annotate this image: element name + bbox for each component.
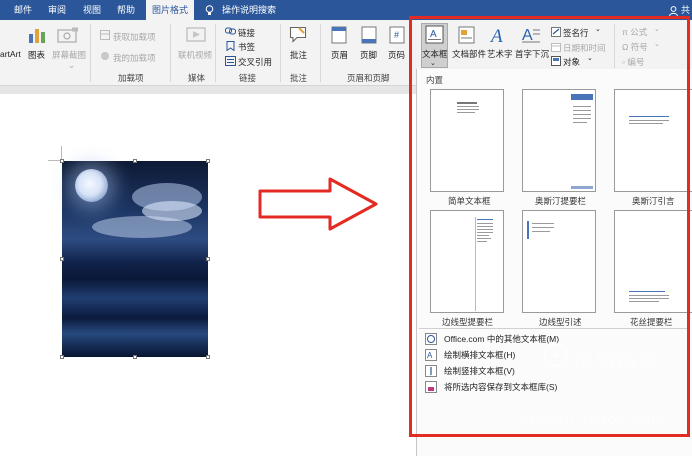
resize-handle[interactable] [133,159,137,163]
new-comment-button[interactable]: 批注 [290,49,307,61]
screenshot-icon [57,27,78,43]
lightbulb-icon [205,5,214,15]
resize-handle[interactable] [60,257,64,261]
sogou-logo-icon [543,342,569,368]
page-number-button[interactable]: 页码 [388,49,405,61]
red-highlight-annotation [409,16,690,437]
resize-handle[interactable] [133,355,137,359]
link-icon [225,27,236,35]
tab-picture-format[interactable]: 图片格式 [146,0,195,20]
resize-handle[interactable] [206,355,210,359]
selected-moon-photo[interactable] [60,159,210,359]
user-icon [669,5,679,16]
store-icon [100,30,110,40]
footer-icon [361,26,377,44]
smartart-button[interactable]: artArt [0,49,21,59]
resize-handle[interactable] [206,257,210,261]
comment-group-label: 批注 [290,73,308,83]
tab-mailings[interactable]: 邮件 [8,0,38,20]
resize-handle[interactable] [60,159,64,163]
cross-reference-icon [225,56,236,66]
my-addins-icon [101,52,109,60]
tab-review[interactable]: 审阅 [42,0,72,20]
comment-icon [289,26,307,43]
online-video-button[interactable]: 联机视频 [178,49,212,61]
cloud [142,201,202,221]
svg-text:#: # [394,30,399,40]
bookmark-button[interactable]: 书签 [238,41,255,53]
resize-handle[interactable] [206,159,210,163]
link-button[interactable]: 链接 [238,27,255,39]
my-addins-button[interactable]: 我的加载项 [113,52,156,64]
red-arrow-annotation [258,177,378,231]
page-number-icon: # [389,26,405,44]
media-group-label: 媒体 [188,73,206,83]
get-addins-button[interactable]: 获取加载项 [113,31,156,43]
watermark-url: zhinan.sogou.com [522,412,666,428]
bookmark-icon [226,41,235,51]
tab-help[interactable]: 帮助 [111,0,141,20]
footer-button[interactable]: 页脚 [360,49,377,61]
resize-handle[interactable] [60,355,64,359]
header-button[interactable]: 页眉 [331,49,348,61]
header-icon [331,26,347,44]
header-footer-group-label: 页眉和页脚 [347,73,390,83]
moon [75,169,108,202]
tell-me-search[interactable]: 操作说明搜索 [222,0,276,20]
chevron-down-icon[interactable]: ⌄ [68,60,75,71]
margin-corner-mark [61,146,62,160]
cross-reference-button[interactable]: 交叉引用 [238,56,272,68]
tab-view[interactable]: 视图 [77,0,107,20]
watermark-logo-text: 搜狗指南 [573,348,661,372]
chart-icon [29,29,45,43]
addins-group-label: 加载项 [118,73,144,83]
share-label: 共 [680,5,690,15]
online-video-icon [186,27,206,42]
links-group-label: 链接 [239,73,257,83]
chart-button[interactable]: 图表 [28,49,45,61]
